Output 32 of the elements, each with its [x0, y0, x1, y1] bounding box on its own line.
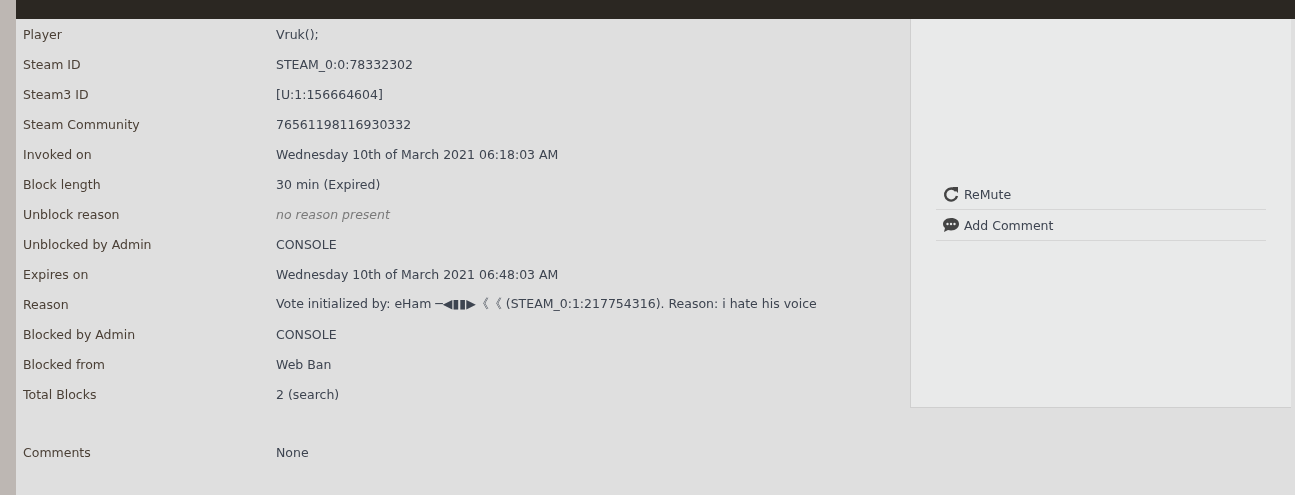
field-value: CONSOLE: [276, 326, 337, 342]
field-label: Blocked from: [22, 356, 107, 372]
field-value: no reason present: [276, 206, 390, 222]
field-label: Reason: [22, 296, 70, 312]
field-label: Expires on: [22, 266, 90, 282]
field-label: Steam Community: [22, 116, 141, 132]
field-value: None: [276, 444, 309, 460]
field-label: Invoked on: [22, 146, 93, 162]
field-label: Total Blocks: [22, 386, 98, 402]
field-value: Web Ban: [276, 356, 332, 372]
field-value: Wednesday 10th of March 2021 06:18:03 AM: [276, 146, 559, 162]
field-label: Comments: [22, 444, 92, 460]
add-comment-link[interactable]: Add Comment: [936, 210, 1266, 241]
field-value: STEAM_0:0:78332302: [276, 56, 413, 72]
field-value: [U:1:156664604]: [276, 86, 383, 102]
field-value: 76561198116930332: [276, 116, 412, 132]
refresh-icon: [942, 185, 960, 203]
field-value: 2 (search): [276, 386, 340, 402]
field-label: Blocked by Admin: [22, 326, 137, 342]
field-value: CONSOLE: [276, 236, 337, 252]
field-label: Steam3 ID: [22, 86, 90, 102]
field-value: Vote initialized by: eHam ─◀▮▮▶《《 (STEAM_0:1:217754316). Reason: i hate his voice: [276, 295, 817, 313]
field-label: Unblock reason: [22, 206, 121, 222]
field-value: Vruk();: [276, 26, 319, 42]
field-label: Unblocked by Admin: [22, 236, 153, 252]
chat-bubble-icon: [942, 217, 960, 233]
field-value: Wednesday 10th of March 2021 06:48:03 AM: [276, 266, 559, 282]
field-label: Steam ID: [22, 56, 82, 72]
field-label: Block length: [22, 176, 102, 192]
remute-link[interactable]: ReMute: [936, 179, 1266, 210]
field-value: 30 min (Expired): [276, 176, 381, 192]
field-label: Player: [22, 26, 63, 42]
